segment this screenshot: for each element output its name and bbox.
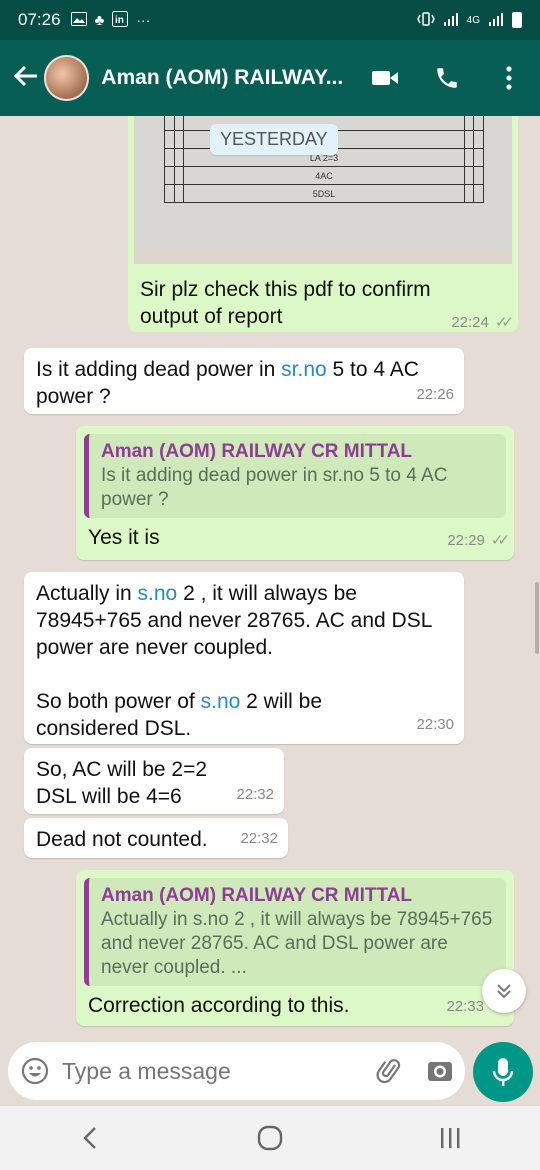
linkedin-icon: in [112,10,129,30]
message-link[interactable]: sr.no [281,358,327,381]
photo-taskbar [134,250,512,264]
message-list[interactable]: LA 2=3 4AC 5DSL Sir plz check this pdf t… [0,116,540,1042]
message-text: Is it adding dead power in [36,358,282,381]
message-meta: 22:24 ✓✓ [451,313,514,332]
outgoing-message[interactable]: Aman (AOM) RAILWAY CR MITTAL Is it addin… [76,426,514,560]
attach-button[interactable] [365,1057,415,1085]
photo-table-cell: 5DSL [183,184,465,203]
nav-home-button[interactable] [230,1113,310,1163]
phone-icon [437,68,457,88]
day-separator: YESTERDAY [210,124,338,155]
svg-text:in: in [115,15,124,26]
message-input[interactable] [62,1057,365,1085]
message-time: 22:29 [447,532,485,549]
gallery-notification-icon [70,11,87,29]
message-time: 22:30 [416,716,454,733]
incoming-message[interactable]: Actually in s.no 2 , it will always be 7… [24,572,464,744]
paperclip-icon [376,1059,401,1084]
nav-home-icon [257,1125,283,1151]
outgoing-message[interactable]: Aman (AOM) RAILWAY CR MITTAL Actually in… [76,870,514,1026]
more-options-button[interactable] [478,48,540,108]
emoji-icon [21,1057,49,1085]
nav-back-icon [83,1127,96,1149]
kebab-menu-icon [506,66,512,90]
contact-name[interactable]: Aman (AOM) RAILWAY... [101,66,354,90]
voice-message-button[interactable] [473,1042,533,1102]
photo-table-cell: 4AC [183,166,465,185]
message-time: 22:26 [416,386,454,403]
message-meta: 22:32 [240,825,278,852]
message-meta: 22:32 [236,781,274,808]
microphone-icon [492,1058,514,1086]
status-time: 07:26 [18,10,61,29]
signal-icon [443,12,459,29]
signal-icon-2 [488,12,504,29]
message-meta: 22:29 ✓✓ [447,527,510,554]
message-time: 22:24 [451,313,489,331]
message-text: Correction according to this. [88,994,350,1017]
message-text: So both power of [36,690,201,713]
incoming-message[interactable]: Dead not counted. 22:32 [24,818,288,858]
nav-back-button[interactable] [50,1113,130,1163]
incoming-message[interactable]: So, AC will be 2=2 DSL will be 4=6 22:32 [24,748,284,814]
chat-header: Aman (AOM) RAILWAY... [0,40,540,116]
message-time: 22:33 [446,998,484,1015]
message-link[interactable]: s.no [201,690,241,713]
nav-recents-button[interactable] [410,1113,490,1163]
scroll-to-bottom-button[interactable] [482,969,526,1013]
scrollbar[interactable] [535,582,539,654]
voice-call-button[interactable] [416,48,478,108]
quoted-sender: Aman (AOM) RAILWAY CR MITTAL [101,441,413,462]
message-meta: 22:33 [446,993,484,1020]
battery-icon [512,12,522,28]
video-camera-icon [372,71,398,85]
system-nav-bar [0,1106,540,1170]
quoted-text: Is it adding dead power in sr.no 5 to 4 … [101,465,448,510]
camera-icon [428,1062,452,1081]
message-time: 22:32 [240,830,278,847]
read-ticks-icon: ✓✓ [494,314,514,331]
message-text: Actually in [36,582,138,605]
quoted-text: Actually in s.no 2 , it will always be 7… [101,909,493,978]
network-type: 4G [466,14,480,26]
message-meta: 22:30 [416,711,454,738]
video-call-button[interactable] [354,48,416,108]
vibrate-icon [416,11,435,29]
message-text: So, AC will be 2=2 [36,758,208,781]
image-caption: Sir plz check this pdf to confirm output… [140,276,431,330]
quoted-message[interactable]: Aman (AOM) RAILWAY CR MITTAL Is it addin… [84,434,506,518]
message-time: 22:32 [236,786,274,803]
nav-recents-icon [441,1128,460,1148]
caption-line: output of report [140,305,283,328]
quoted-sender: Aman (AOM) RAILWAY CR MITTAL [101,885,413,906]
message-composer [8,1042,465,1100]
read-ticks-icon: ✓✓ [490,532,510,549]
camera-button[interactable] [415,1059,465,1083]
avatar[interactable] [43,55,90,101]
status-bar: 07:26 ♣ in ··· 4G [0,0,540,40]
message-meta: 22:26 [416,381,454,408]
quoted-message[interactable]: Aman (AOM) RAILWAY CR MITTAL Actually in… [84,878,506,986]
incoming-message[interactable]: Is it adding dead power in sr.no 5 to 4 … [24,348,464,414]
back-arrow-icon[interactable] [8,62,44,94]
more-notifications-icon: ··· [136,12,151,28]
accessibility-icon: ♣ [94,11,105,29]
message-text: Yes it is [88,526,160,549]
emoji-button[interactable] [8,1057,62,1085]
caption-line: Sir plz check this pdf to confirm [140,278,431,301]
message-link[interactable]: s.no [138,582,178,605]
double-chevron-down-icon [497,984,511,999]
